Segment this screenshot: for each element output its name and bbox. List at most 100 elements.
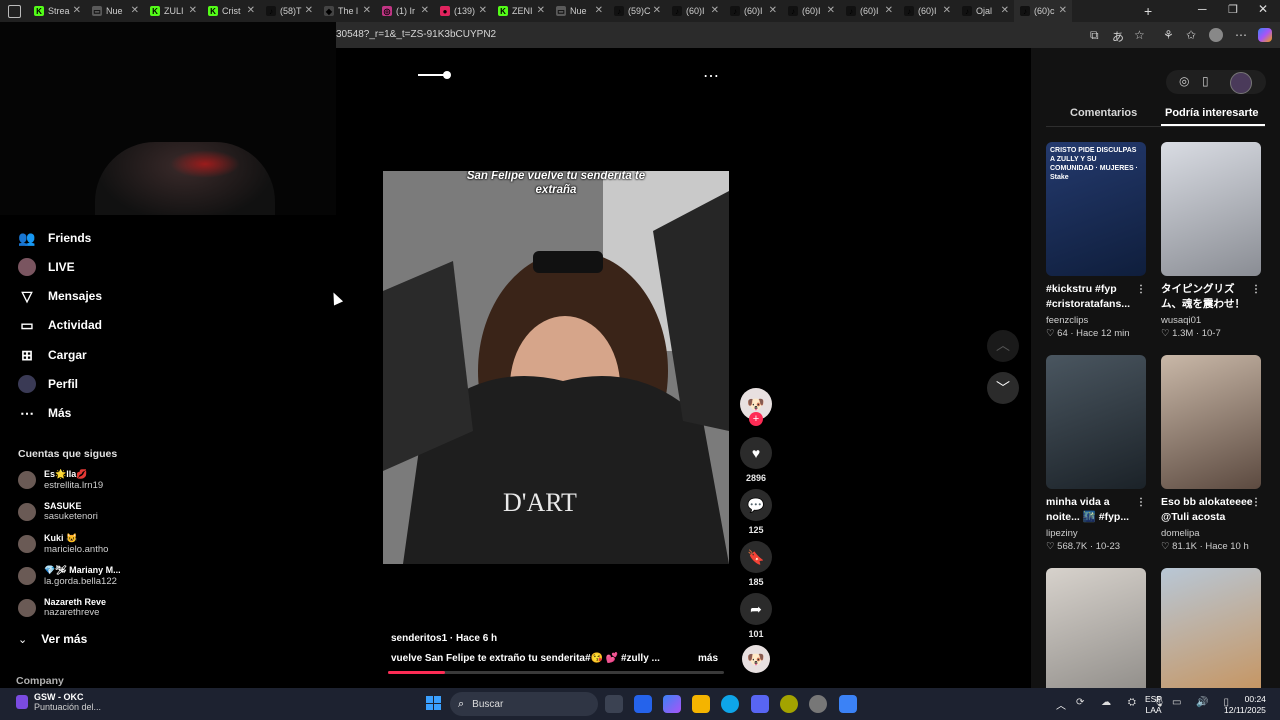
panel-user-avatar[interactable] xyxy=(1230,72,1252,94)
clock[interactable]: 00:24 12/11/2025 xyxy=(1224,694,1266,716)
browser-tab[interactable]: ♪ (60)I ✕ xyxy=(782,0,840,22)
app-icon-yellow[interactable] xyxy=(780,695,798,713)
tab-close-icon[interactable]: ✕ xyxy=(421,5,429,16)
tab-close-icon[interactable]: ✕ xyxy=(769,5,777,16)
tab-close-icon[interactable]: ✕ xyxy=(73,5,81,16)
sidebar-company-label[interactable]: Company xyxy=(16,675,64,687)
author-avatar-button[interactable]: 🐶 + xyxy=(739,388,773,426)
tray-chevron-icon[interactable]: ︿ xyxy=(1056,697,1066,712)
music-disc-button[interactable]: 🐶 xyxy=(739,645,773,673)
url-field[interactable]: 30548?_r=1&_t=ZS-91K3bCUYPN2 xyxy=(336,29,496,40)
panel-compass-icon[interactable]: ◎ xyxy=(1179,74,1189,88)
browser-tab[interactable]: ♪ (60)I ✕ xyxy=(840,0,898,22)
volume-slider[interactable] xyxy=(418,74,446,76)
tab-actions-icon[interactable] xyxy=(8,5,21,18)
discord-icon[interactable] xyxy=(751,695,769,713)
sidebar-item-más[interactable]: ⋯ Más xyxy=(18,404,71,422)
start-button[interactable] xyxy=(426,696,441,710)
video-player[interactable]: D'ART San Felipe vuelve tu senderita te … xyxy=(383,171,729,564)
sidebar-item-perfil[interactable]: Perfil xyxy=(18,375,78,393)
browser-tab[interactable]: K Strea ✕ xyxy=(28,0,86,22)
sidebar-item-cargar[interactable]: ⊞ Cargar xyxy=(18,346,87,364)
video-progress-track[interactable] xyxy=(388,671,724,674)
tab-close-icon[interactable]: ✕ xyxy=(537,5,545,16)
browser-tab[interactable]: K ZULI ✕ xyxy=(144,0,202,22)
browser-tab[interactable]: ◎ (1) Ir ✕ xyxy=(376,0,434,22)
tab-close-icon[interactable]: ✕ xyxy=(595,5,603,16)
browser-tab[interactable]: ◆ The l ✕ xyxy=(318,0,376,22)
following-account[interactable]: Nazareth Reve nazarethreve xyxy=(18,597,106,618)
file-explorer-icon[interactable] xyxy=(692,695,710,713)
card-more-icon[interactable]: ⋮ xyxy=(1136,282,1146,297)
sidebar-item-live[interactable]: LIVE xyxy=(18,258,75,276)
tab-close-icon[interactable]: ✕ xyxy=(827,5,835,16)
browser-tab[interactable]: ♪ Ojal ✕ xyxy=(956,0,1014,22)
see-more-link[interactable]: ⌄ Ver más xyxy=(18,632,87,646)
video-options-icon[interactable]: ⋯ xyxy=(703,66,719,86)
save-button[interactable]: 🔖 185 xyxy=(739,541,773,587)
suggested-video-card[interactable] xyxy=(1161,568,1261,702)
browser-tab[interactable]: ▭ Nue ✕ xyxy=(550,0,608,22)
app-icon-red[interactable] xyxy=(809,695,827,713)
suggested-video-card[interactable]: Eso bb alokateeee @Tuli acosta ⋮ domelipa ♡… xyxy=(1161,355,1261,552)
suggested-video-card[interactable] xyxy=(1046,568,1146,702)
tab-comments[interactable]: Comentarios xyxy=(1070,107,1137,119)
card-more-icon[interactable]: ⋮ xyxy=(1251,495,1261,510)
browser-tab[interactable]: K Crist ✕ xyxy=(202,0,260,22)
restore-button[interactable]: ❐ xyxy=(1228,3,1238,16)
tab-close-icon[interactable]: ✕ xyxy=(885,5,893,16)
settings-more-icon[interactable]: ⋯ xyxy=(1235,28,1247,42)
copilot-app-icon[interactable] xyxy=(663,695,681,713)
description-more-link[interactable]: más xyxy=(698,653,718,664)
browser-tab[interactable]: K ZENI ✕ xyxy=(492,0,550,22)
tab-close-icon[interactable]: ✕ xyxy=(1001,5,1009,16)
suggested-video-card[interactable]: minha vida a noite... 🌃 #fyp... ⋮ lipeziny… xyxy=(1046,355,1146,552)
language-indicator[interactable]: ESP LAA xyxy=(1145,694,1162,716)
tab-close-icon[interactable]: ✕ xyxy=(653,5,661,16)
following-account[interactable]: SASUKE sasuketenori xyxy=(18,501,98,522)
browser-tab[interactable]: ♪ (60)I ✕ xyxy=(898,0,956,22)
tab-close-icon[interactable]: ✕ xyxy=(479,5,487,16)
tab-close-icon[interactable]: ✕ xyxy=(363,5,371,16)
next-video-button[interactable]: ﹀ xyxy=(987,372,1019,404)
tab-close-icon[interactable]: ✕ xyxy=(189,5,197,16)
browser-tab[interactable]: ♪ (59)C ✕ xyxy=(608,0,666,22)
browser-tab[interactable]: ♪ (60)c ✕ xyxy=(1014,0,1072,22)
comment-button[interactable]: 💬 125 xyxy=(739,489,773,535)
browser-tab[interactable]: ♪ (60)I ✕ xyxy=(666,0,724,22)
profile-avatar[interactable] xyxy=(1209,28,1223,42)
sidebar-item-mensajes[interactable]: ▽ Mensajes xyxy=(18,287,102,305)
following-account[interactable]: Es🌟lla💋 estrellita.lrn19 xyxy=(18,469,103,491)
sports-widget[interactable]: GSW - OKC Puntuación del... xyxy=(16,692,101,712)
tab-close-icon[interactable]: ✕ xyxy=(943,5,951,16)
card-more-icon[interactable]: ⋮ xyxy=(1136,495,1146,510)
browser-tab[interactable]: ▭ Nue ✕ xyxy=(86,0,144,22)
sidebar-item-actividad[interactable]: ▭ Actividad xyxy=(18,316,102,334)
browser-tab[interactable]: ● (139) ✕ xyxy=(434,0,492,22)
like-button[interactable]: ♥ 2896 xyxy=(739,437,773,483)
suggested-video-card[interactable]: タイピングリズム、魂を震わせ！🎇... ⋮ wusaqi01 ♡ 1.3M · 10-… xyxy=(1161,142,1261,339)
volume-slider-knob[interactable] xyxy=(443,71,451,79)
tab-close-icon[interactable]: ✕ xyxy=(305,5,313,16)
taskbar-search[interactable]: ⌕ Buscar xyxy=(450,692,598,716)
card-more-icon[interactable]: ⋮ xyxy=(1251,282,1261,297)
following-account[interactable]: 💎🛩 Mariany M... la.gorda.bella122 xyxy=(18,565,121,587)
tab-close-icon[interactable]: ✕ xyxy=(711,5,719,16)
open-in-app-icon[interactable]: ⧉ xyxy=(1090,28,1099,43)
video-author-line[interactable]: senderitos1 · Hace 6 h xyxy=(391,633,497,644)
following-account[interactable]: Kuki 😺 maricielo.antho xyxy=(18,533,108,555)
card-author[interactable]: wusaqi01 xyxy=(1161,315,1261,326)
close-window-button[interactable]: ✕ xyxy=(1258,2,1268,16)
previous-video-button[interactable]: ︿ xyxy=(987,330,1019,362)
favorite-star-icon[interactable]: ☆ xyxy=(1134,28,1145,42)
copilot-icon[interactable] xyxy=(1258,28,1272,42)
favorites-icon[interactable]: ✩ xyxy=(1186,28,1196,42)
tab-close-icon[interactable]: ✕ xyxy=(131,5,139,16)
store-icon[interactable] xyxy=(634,695,652,713)
browser-tab[interactable]: ♪ (60)I ✕ xyxy=(724,0,782,22)
edge-icon[interactable] xyxy=(721,695,739,713)
translate-icon[interactable]: あ xyxy=(1112,28,1124,45)
suggested-video-card[interactable]: CRISTO PIDE DISCULPAS A ZULLY Y SU COMUN… xyxy=(1046,142,1146,339)
tab-suggested[interactable]: Podría interesarte xyxy=(1165,107,1259,119)
app-icon-blue[interactable] xyxy=(839,695,857,713)
